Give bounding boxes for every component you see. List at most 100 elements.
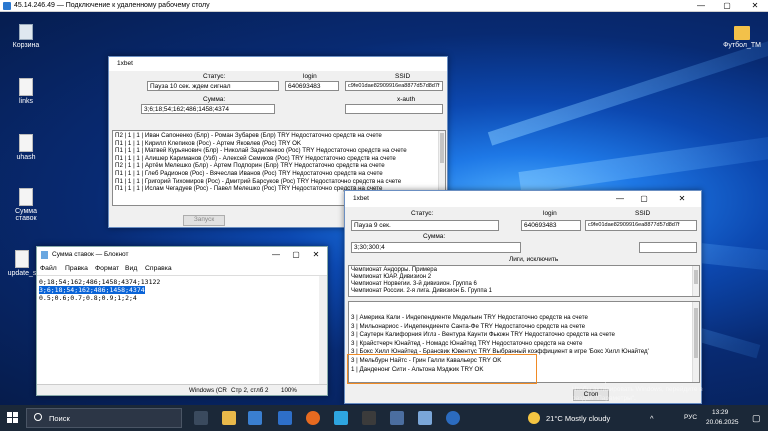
weather-text[interactable]: 21°C Mostly cloudy bbox=[546, 414, 610, 423]
terminal-icon[interactable] bbox=[362, 411, 376, 425]
rdp-minimize-button[interactable]: — bbox=[688, 0, 714, 12]
language-indicator[interactable]: РУС bbox=[684, 414, 697, 421]
sum-field[interactable]: 3;6;18;54;162;486;1458;4374 bbox=[141, 104, 275, 114]
menu-edit[interactable]: Правка bbox=[65, 265, 88, 272]
folder-icon bbox=[734, 26, 750, 40]
extra-field[interactable] bbox=[639, 242, 697, 253]
desktop-icon-football-folder[interactable]: Футбол_TM bbox=[722, 26, 762, 49]
search-box[interactable]: Поиск bbox=[26, 408, 182, 428]
tray-arrow-icon[interactable]: ^ bbox=[650, 414, 654, 423]
desktop-icon-uhash[interactable]: uhash bbox=[6, 134, 46, 161]
activation-text-2: раздел "Параметры". bbox=[572, 395, 636, 402]
file-icon bbox=[19, 134, 33, 152]
firefox-icon[interactable] bbox=[306, 411, 320, 425]
notepad-minimize-button[interactable]: — bbox=[269, 249, 283, 261]
status-encoding: Windows (CR bbox=[189, 387, 227, 394]
league-item: Чемпионат России. 2-я лига. Дивизион Б. … bbox=[351, 288, 492, 294]
edge-icon[interactable] bbox=[446, 411, 460, 425]
notepad-menu-bar: Файл Правка Формат Вид Справка bbox=[37, 263, 327, 275]
close-button[interactable]: ✕ bbox=[675, 193, 689, 205]
rdp-title: 45.14.246.49 — Подключение к удаленному … bbox=[14, 2, 210, 9]
notepad-title: Сумма ставок — Блокнот bbox=[52, 251, 129, 258]
status-position: Стр 2, стлб 2 bbox=[231, 387, 269, 394]
log-line: П2 | 1 | 1 | Иван Сапоненко (Блр) - Рома… bbox=[115, 132, 382, 139]
menu-view[interactable]: Вид bbox=[125, 265, 137, 272]
notepad-title-bar[interactable]: Сумма ставок — Блокнот — ▢ ✕ bbox=[37, 247, 327, 263]
leagues-label: Лиги, исключить bbox=[509, 256, 559, 263]
remote-desktop-icon bbox=[3, 2, 11, 10]
windows-start-icon[interactable] bbox=[7, 412, 19, 424]
task-view-icon[interactable] bbox=[194, 411, 208, 425]
notepad-text-area[interactable]: 0;18;54;162;486;1458;4374;13122 3;6;18;5… bbox=[37, 275, 327, 384]
login-field[interactable]: 640693483 bbox=[285, 81, 339, 91]
desktop-icon-label: Корзина bbox=[12, 42, 40, 49]
sum-field[interactable]: 3;30;300;4 bbox=[351, 242, 521, 253]
search-label: Поиск bbox=[49, 414, 70, 423]
leagues-scrollbar[interactable] bbox=[692, 266, 699, 296]
notifications-icon[interactable]: ▢ bbox=[752, 413, 761, 424]
notepad-close-button[interactable]: ✕ bbox=[309, 249, 323, 261]
log-line: П1 | 1 | 1 | Кирилл Клепиков (Рос) - Арт… bbox=[115, 139, 302, 147]
desktop: Корзина links uhash Сумма ставок update_… bbox=[0, 12, 768, 405]
login-label: login bbox=[303, 73, 317, 80]
wallpaper-ray bbox=[487, 39, 768, 146]
status-zoom: 100% bbox=[281, 387, 297, 394]
notepad-line: 0;18;54;162;486;1458;4374;13122 bbox=[39, 278, 161, 286]
window-title-bar[interactable]: 1xbet — ▢ ✕ bbox=[345, 191, 701, 207]
rdp-maximize-button[interactable]: ▢ bbox=[714, 0, 740, 12]
league-item: Чемпионат ЮАР. Дивизион 2 bbox=[351, 274, 432, 280]
file-icon bbox=[19, 188, 33, 206]
notepad-taskbar-icon[interactable] bbox=[390, 411, 404, 425]
log-line: 3 | Мильонариос - Индепендиенте Санта-Фе… bbox=[351, 322, 586, 330]
log-line: 3 | Саутерн Калифорния Иглз - Вентура Ка… bbox=[351, 331, 615, 339]
log-line: П1 | 1 | 1 | Григорий Тихомиров (Рос) - … bbox=[115, 177, 402, 185]
desktop-icon-recycle-bin[interactable]: Корзина bbox=[6, 24, 46, 49]
maximize-button[interactable]: ▢ bbox=[637, 193, 651, 205]
activation-title: Активация Windows bbox=[572, 374, 655, 384]
xauth-label: x-auth bbox=[397, 96, 416, 103]
taskbar: Поиск 21°C Mostly cloudy ^ РУС 13:29 20.… bbox=[0, 405, 768, 431]
clock-date[interactable]: 20.06.2025 bbox=[706, 419, 739, 426]
league-item: Чемпионат Норвегии. 3-й дивизион. Группа… bbox=[351, 281, 477, 287]
desktop-icon-label: Сумма ставок bbox=[15, 208, 37, 222]
log-scrollbar[interactable] bbox=[692, 302, 699, 382]
desktop-icon-links[interactable]: links bbox=[6, 78, 46, 105]
leagues-exclude-list[interactable]: Чемпионат Андорры. Примера Чемпионат ЮАР… bbox=[348, 265, 700, 297]
file-icon bbox=[15, 250, 29, 268]
highlight-box bbox=[347, 354, 537, 384]
start-button[interactable]: Запуск bbox=[183, 215, 225, 226]
store-icon[interactable] bbox=[248, 411, 262, 425]
remote-desktop-taskbar-icon[interactable] bbox=[334, 411, 348, 425]
notepad-line: 0.5;0.6;0.7;0.8;0.9;1;2;4 bbox=[39, 294, 137, 302]
desktop-icon-label: uhash bbox=[16, 154, 36, 161]
menu-format[interactable]: Формат bbox=[95, 265, 119, 272]
clock-time[interactable]: 13:29 bbox=[712, 409, 728, 416]
menu-file[interactable]: Файл bbox=[40, 265, 57, 272]
login-field[interactable]: 640693483 bbox=[521, 220, 581, 231]
notepad-scrollbar[interactable] bbox=[319, 276, 327, 384]
status-field[interactable]: Пауза 10 сек. ждем сигнал bbox=[147, 81, 279, 91]
ssid-field[interactable]: c9fe01dae82909916ea8877d57d8d7f bbox=[585, 220, 697, 231]
weather-icon bbox=[528, 412, 540, 424]
log-line: П2 | 1 | 1 | Артём Мелешко (Блр) - Артем… bbox=[115, 162, 385, 170]
window-title-bar[interactable]: 1xbet bbox=[109, 57, 447, 71]
sum-label: Сумма: bbox=[203, 96, 226, 103]
file-explorer-icon[interactable] bbox=[222, 411, 236, 425]
sum-label: Сумма: bbox=[423, 233, 446, 240]
status-field[interactable]: Пауза 9 сек. bbox=[351, 220, 499, 231]
notepad-icon bbox=[41, 251, 48, 259]
minimize-button[interactable]: — bbox=[613, 193, 627, 205]
ssid-field[interactable]: c9fe01dae82909916ea8877d57d8d7f bbox=[345, 81, 443, 91]
xbet-window-2[interactable]: 1xbet — ▢ ✕ Статус: Пауза 9 сек. login 6… bbox=[344, 190, 702, 404]
rdp-close-button[interactable]: ✕ bbox=[742, 0, 768, 12]
notepad-maximize-button[interactable]: ▢ bbox=[289, 249, 303, 261]
desktop-icon-summa-stavok[interactable]: Сумма ставок bbox=[6, 188, 46, 222]
rdp-title-bar[interactable]: 45.14.246.49 — Подключение к удаленному … bbox=[0, 0, 768, 12]
notepad-line-selected: 3;6;18;54;162;486;1458;4374 bbox=[39, 286, 145, 294]
desktop-icon-label: Футбол_TM bbox=[723, 42, 761, 49]
xauth-field[interactable] bbox=[345, 104, 443, 114]
menu-help[interactable]: Справка bbox=[145, 265, 172, 272]
app-window-icon[interactable] bbox=[418, 411, 432, 425]
taskbar-app-icon[interactable] bbox=[278, 411, 292, 425]
notepad-window[interactable]: Сумма ставок — Блокнот — ▢ ✕ Файл Правка… bbox=[36, 246, 328, 396]
